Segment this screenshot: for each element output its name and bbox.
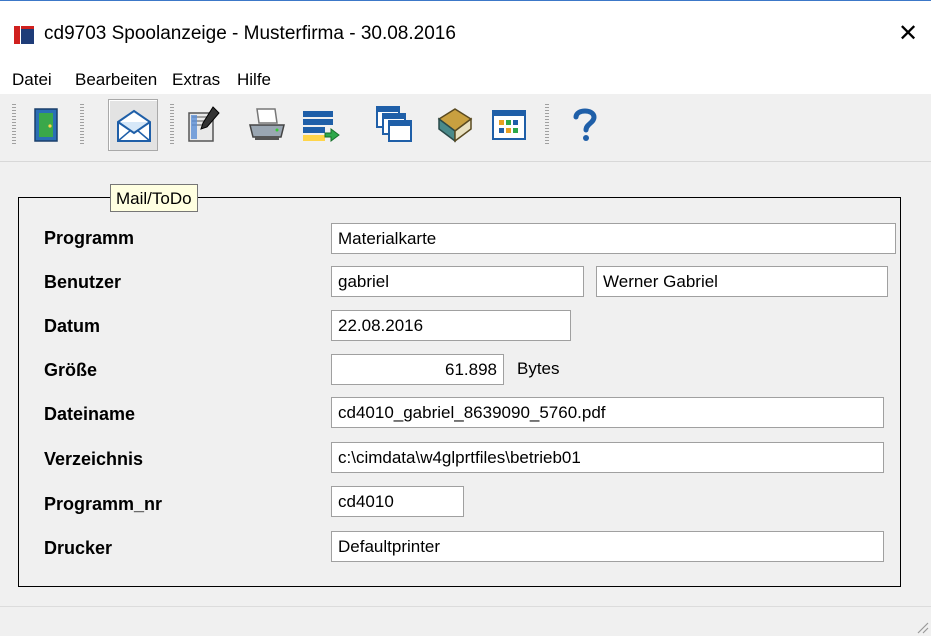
mail-envelope-icon (117, 109, 151, 142)
datum-field[interactable]: 22.08.2016 (331, 310, 571, 341)
menu-hilfe[interactable]: Hilfe (237, 70, 271, 90)
status-bar (0, 606, 931, 636)
print-button[interactable] (242, 99, 292, 151)
title-bar: cd9703 Spoolanzeige - Musterfirma - 30.0… (0, 0, 931, 64)
exit-door-icon (34, 108, 58, 142)
calendar-button[interactable] (484, 99, 534, 151)
benutzer-label: Benutzer (44, 272, 122, 292)
printer-icon (249, 108, 285, 140)
dateiname-field[interactable]: cd4010_gabriel_8639090_5760.pdf (331, 397, 884, 428)
menu-bar: Datei Bearbeiten Extras Hilfe (0, 64, 931, 94)
book-button[interactable] (428, 99, 478, 151)
exit-button[interactable] (22, 99, 72, 151)
calendar-grid-icon (492, 110, 526, 140)
benutzer-name-field[interactable]: Werner Gabriel (596, 266, 888, 297)
tooltip: Mail/ToDo (110, 184, 198, 212)
verzeichnis-label: Verzeichnis (44, 449, 144, 469)
edit-document-icon (188, 106, 220, 142)
dateiname-label: Dateiname (44, 404, 136, 424)
benutzer-field[interactable]: gabriel (331, 266, 584, 297)
toolbar-separator (12, 104, 16, 144)
export-button[interactable] (296, 99, 346, 151)
menu-bearbeiten[interactable]: Bearbeiten (75, 70, 157, 90)
programm-nr-field[interactable]: cd4010 (331, 486, 464, 517)
windows-button[interactable] (370, 99, 420, 151)
programm-nr-label: Programm_nr (44, 494, 163, 514)
book-icon (437, 108, 473, 143)
menu-datei[interactable]: Datei (12, 70, 52, 90)
drucker-field[interactable]: Defaultprinter (331, 531, 884, 562)
verzeichnis-field[interactable]: c:\cimdata\w4glprtfiles\betrieb01 (331, 442, 884, 473)
spool-info-group (18, 197, 901, 587)
groesse-unit: Bytes (517, 359, 560, 378)
help-question-icon (573, 108, 597, 141)
menu-extras[interactable]: Extras (172, 70, 220, 90)
toolbar (0, 94, 931, 162)
datum-label: Datum (44, 316, 101, 336)
groesse-field[interactable]: 61.898 (331, 354, 504, 385)
mail-todo-button[interactable] (108, 99, 158, 151)
programm-field[interactable]: Materialkarte (331, 223, 896, 254)
app-icon (14, 26, 34, 44)
close-button[interactable]: ✕ (893, 19, 923, 49)
groesse-label: Größe (44, 360, 98, 380)
window-title: cd9703 Spoolanzeige - Musterfirma - 30.0… (44, 23, 456, 44)
toolbar-separator (545, 104, 549, 144)
edit-button[interactable] (178, 99, 228, 151)
programm-label: Programm (44, 228, 135, 248)
resize-grip-icon[interactable] (915, 620, 929, 634)
windows-cascade-icon (376, 106, 412, 142)
drucker-label: Drucker (44, 538, 113, 558)
toolbar-separator (170, 104, 174, 144)
export-list-icon (303, 111, 340, 142)
toolbar-separator (80, 104, 84, 144)
help-button[interactable] (560, 99, 610, 151)
